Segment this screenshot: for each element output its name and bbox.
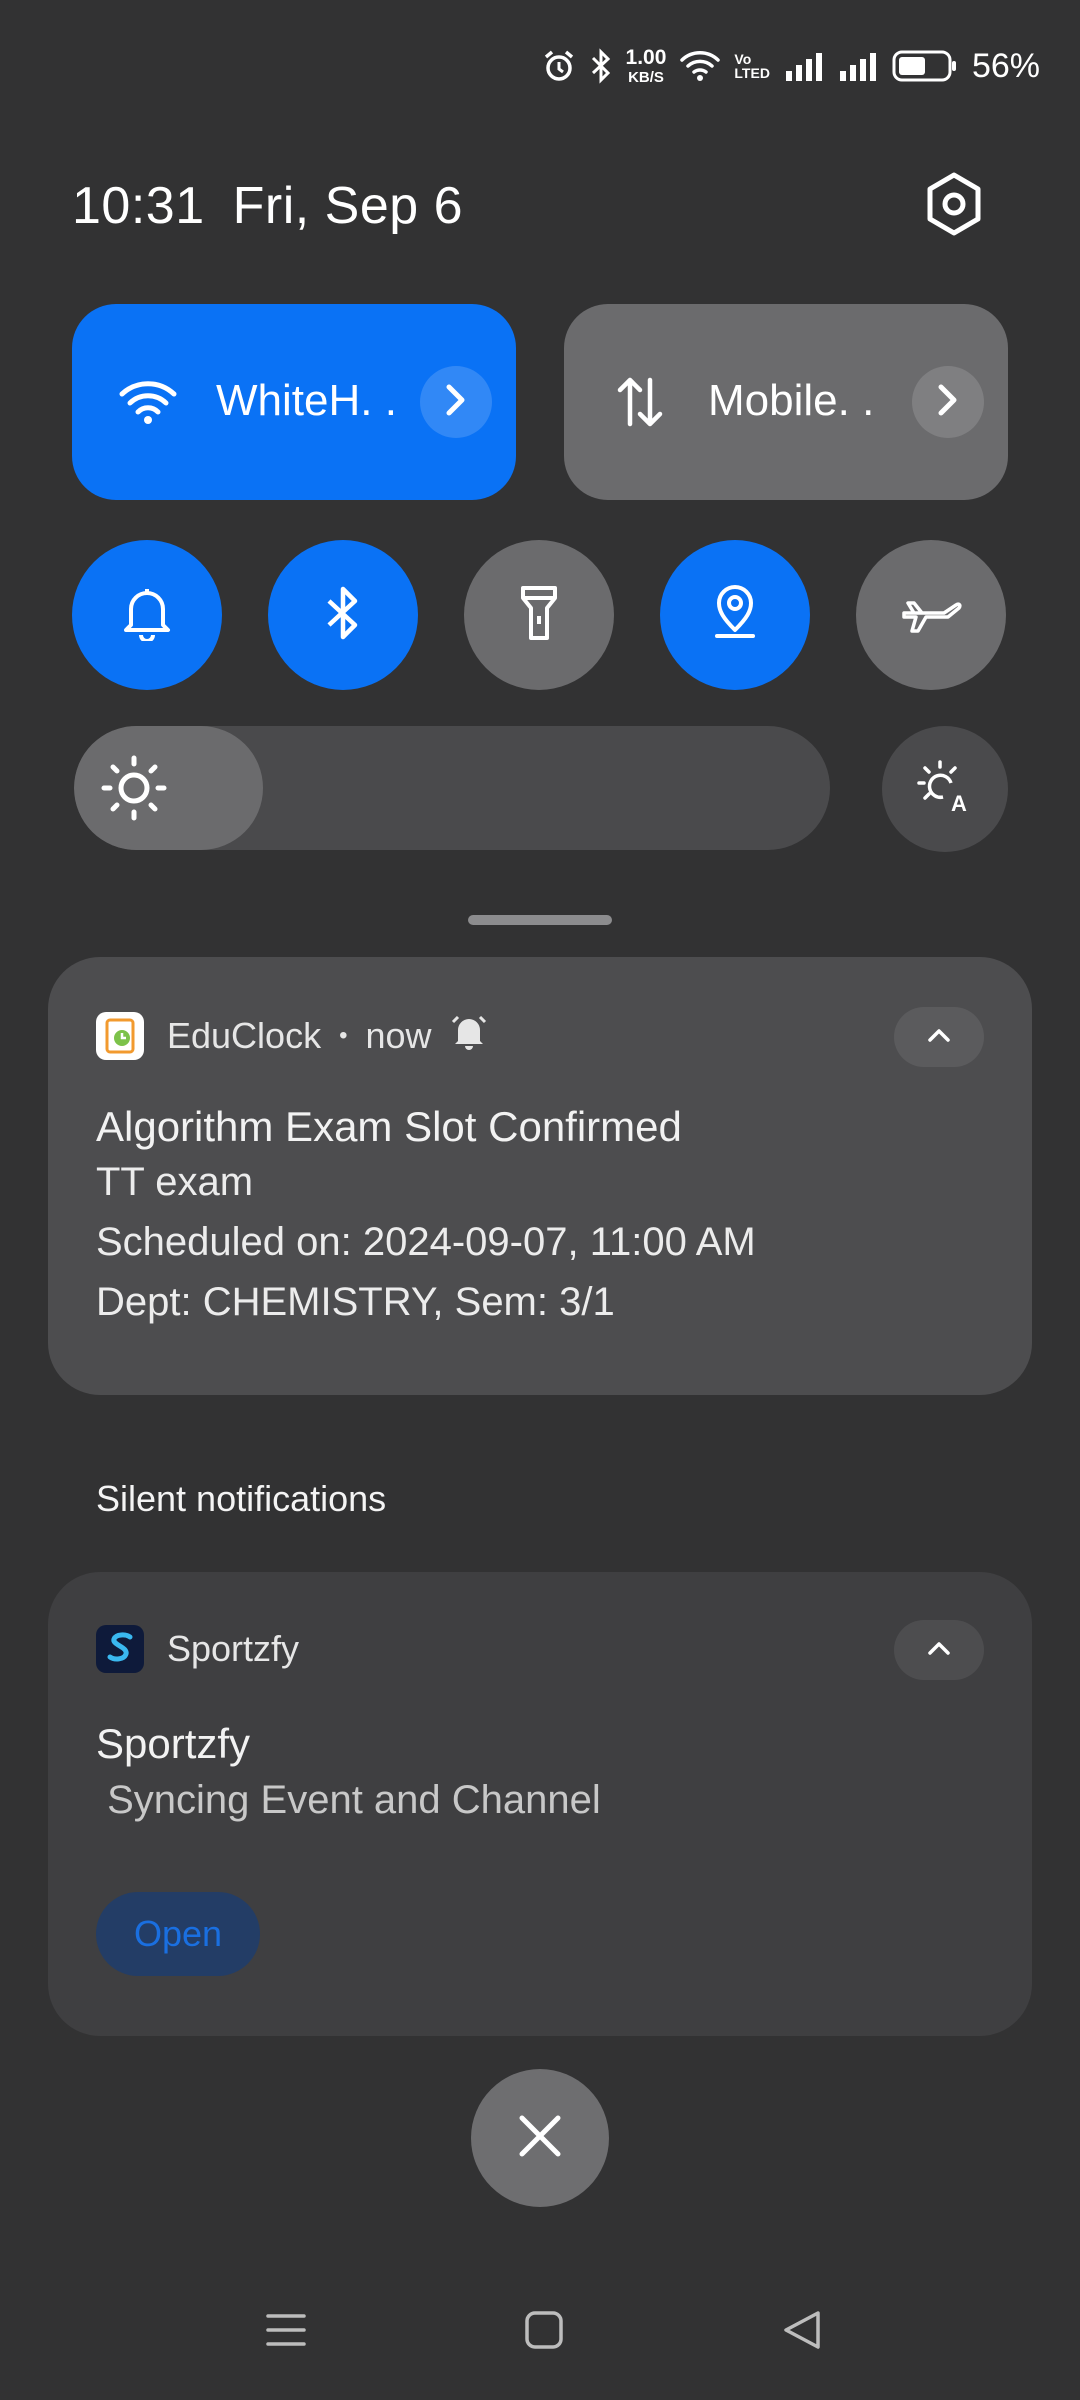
wifi-tile-label: WhiteH. . bbox=[216, 376, 397, 425]
notification-line: Dept: CHEMISTRY, Sem: 3/1 bbox=[96, 1280, 615, 1324]
mobile-data-tile[interactable]: Mobile. . bbox=[564, 304, 1008, 500]
bluetooth-icon bbox=[325, 585, 361, 646]
settings-button[interactable] bbox=[918, 170, 990, 242]
wifi-icon bbox=[116, 370, 180, 434]
battery-percent: 56% bbox=[971, 46, 1040, 85]
airplane-toggle[interactable] bbox=[856, 540, 1006, 690]
status-bar: 1.00 KB/S Vo LTED 56% bbox=[542, 38, 1040, 94]
chevron-up-icon bbox=[927, 1640, 951, 1661]
sportzfy-notification[interactable]: Sportzfy Sportzfy Syncing Event and Chan… bbox=[48, 1572, 1032, 2036]
notification-title: Sportzfy bbox=[96, 1720, 251, 1767]
alarm-bell-icon bbox=[450, 1013, 488, 1060]
sportzfy-app-icon bbox=[96, 1625, 144, 1673]
sound-toggle[interactable] bbox=[72, 540, 222, 690]
location-toggle[interactable] bbox=[660, 540, 810, 690]
recents-button[interactable] bbox=[254, 2300, 318, 2364]
educlock-collapse-button[interactable] bbox=[894, 1007, 984, 1067]
app-name: EduClock bbox=[167, 1015, 322, 1056]
date[interactable]: Fri, Sep 6 bbox=[233, 177, 463, 235]
educlock-app-line: EduClock • now bbox=[167, 1011, 488, 1061]
mobile-data-tile-label: Mobile. . bbox=[708, 376, 875, 425]
wifi-expand-button[interactable] bbox=[420, 366, 492, 438]
chevron-up-icon bbox=[927, 1027, 951, 1048]
brightness-slider[interactable] bbox=[74, 726, 830, 850]
educlock-app-icon bbox=[96, 1012, 144, 1060]
bluetooth-icon bbox=[590, 48, 612, 84]
clock[interactable]: 10:31 bbox=[72, 177, 205, 235]
menu-icon bbox=[266, 2312, 306, 2353]
educlock-notification[interactable]: EduClock • now Algorithm Exam Slot Confi… bbox=[48, 957, 1032, 1395]
back-icon bbox=[782, 2309, 822, 2356]
auto-brightness-button[interactable]: A bbox=[882, 726, 1008, 852]
notification-body: Syncing Event and Channel bbox=[96, 1778, 601, 1822]
sportzfy-collapse-button[interactable] bbox=[894, 1620, 984, 1680]
notification-title: Algorithm Exam Slot Confirmed bbox=[96, 1103, 682, 1150]
clear-all-button[interactable] bbox=[471, 2069, 609, 2207]
location-icon bbox=[709, 584, 761, 647]
auto-brightness-icon: A bbox=[915, 759, 975, 820]
close-icon bbox=[517, 2113, 563, 2164]
home-icon bbox=[524, 2310, 564, 2355]
bluetooth-toggle[interactable] bbox=[268, 540, 418, 690]
wifi-tile[interactable]: WhiteH. . bbox=[72, 304, 516, 500]
sportzfy-app-line: Sportzfy bbox=[167, 1624, 299, 1674]
separator: • bbox=[339, 1022, 348, 1049]
back-button[interactable] bbox=[770, 2300, 834, 2364]
airplane-icon bbox=[900, 591, 962, 640]
signal-icon bbox=[784, 51, 824, 81]
battery-icon bbox=[892, 50, 958, 82]
app-name: Sportzfy bbox=[167, 1628, 300, 1669]
settings-icon bbox=[924, 171, 984, 242]
svg-text:A: A bbox=[951, 791, 967, 815]
notification-line: TT exam bbox=[96, 1160, 254, 1204]
drag-handle[interactable] bbox=[468, 915, 612, 925]
notification-line: Scheduled on: 2024-09-07, 11:00 AM bbox=[96, 1220, 756, 1264]
alarm-icon bbox=[542, 49, 576, 83]
flashlight-toggle[interactable] bbox=[464, 540, 614, 690]
notification-time: now bbox=[365, 1015, 432, 1056]
signal-icon bbox=[838, 51, 878, 81]
wifi-icon bbox=[680, 50, 721, 82]
mobile-data-icon bbox=[608, 370, 672, 434]
home-button[interactable] bbox=[512, 2300, 576, 2364]
silent-notifications-header: Silent notifications bbox=[96, 1478, 387, 1519]
chevron-right-icon bbox=[936, 383, 960, 422]
brightness-icon bbox=[100, 754, 168, 822]
mobile-data-expand-button[interactable] bbox=[912, 366, 984, 438]
clock-date: 10:31 Fri, Sep 6 bbox=[72, 176, 463, 236]
volte-indicator: Vo LTED bbox=[734, 51, 770, 81]
bell-icon bbox=[121, 585, 173, 646]
open-button[interactable]: Open bbox=[96, 1892, 260, 1976]
chevron-right-icon bbox=[444, 383, 468, 422]
flashlight-icon bbox=[519, 584, 559, 647]
network-speed: 1.00 KB/S bbox=[625, 46, 667, 86]
